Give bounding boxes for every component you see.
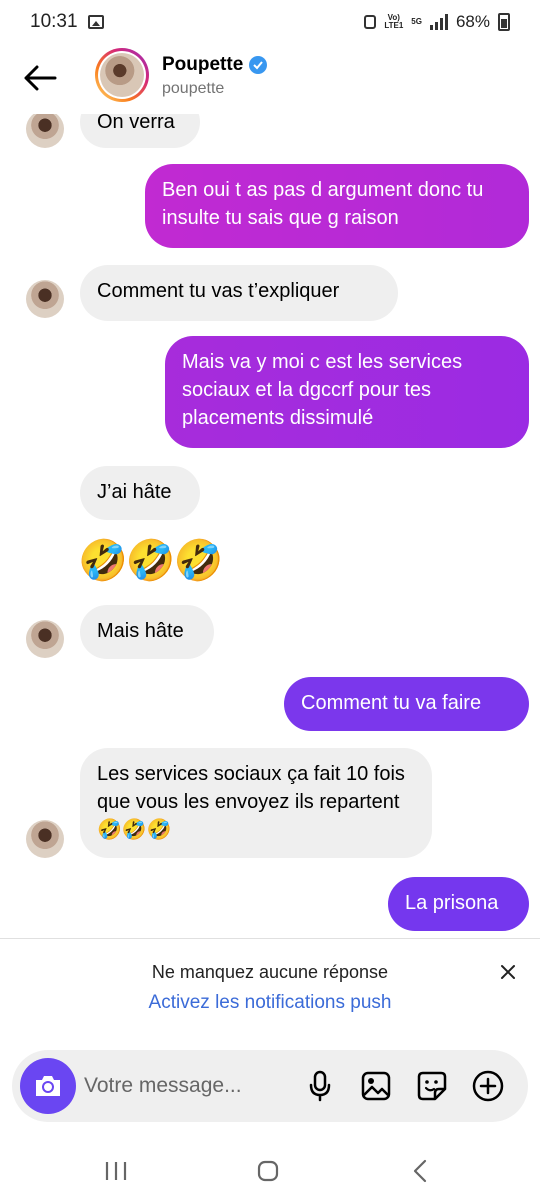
notification-title: Ne manquez aucune réponse bbox=[151, 962, 389, 982]
arrow-left-icon bbox=[24, 65, 57, 91]
home-icon bbox=[257, 1160, 279, 1182]
plus-icon bbox=[472, 1070, 504, 1102]
5g-indicator: 5G bbox=[411, 17, 422, 26]
microphone-button[interactable] bbox=[304, 1070, 336, 1102]
message-incoming[interactable]: Mais hâte bbox=[80, 605, 214, 659]
message-incoming[interactable]: J’ai hâte bbox=[80, 466, 200, 520]
message-composer bbox=[12, 1050, 528, 1122]
message-outgoing[interactable]: La prisona bbox=[388, 877, 529, 931]
message-outgoing[interactable]: Mais va y moi c est les services sociaux… bbox=[165, 336, 529, 448]
back-nav-button[interactable] bbox=[400, 1156, 440, 1186]
status-indicators: Vo) LTE1 5G 68% bbox=[364, 12, 510, 32]
microphone-icon bbox=[309, 1070, 331, 1102]
divider bbox=[0, 938, 540, 939]
contact-name[interactable]: Poupette bbox=[162, 54, 268, 76]
verified-badge-icon bbox=[249, 56, 268, 74]
home-button[interactable] bbox=[248, 1156, 288, 1186]
sticker-icon bbox=[417, 1071, 447, 1101]
volte-indicator: Vo) LTE1 bbox=[384, 14, 403, 30]
message-incoming[interactable]: Les services sociaux ça fait 10 fois que… bbox=[80, 748, 432, 858]
sender-avatar[interactable] bbox=[26, 620, 64, 658]
status-bar: 10:31 Vo) LTE1 5G 68% bbox=[0, 0, 540, 44]
close-banner-button[interactable] bbox=[496, 960, 520, 984]
lock-icon bbox=[364, 15, 377, 29]
message-input[interactable] bbox=[84, 1068, 284, 1104]
contact-name-label: Poupette bbox=[162, 54, 244, 75]
system-navigation-bar bbox=[0, 1140, 540, 1200]
sticker-button[interactable] bbox=[416, 1070, 448, 1102]
sender-avatar[interactable] bbox=[26, 110, 64, 148]
message-outgoing[interactable]: Comment tu va faire bbox=[284, 677, 529, 731]
contact-avatar[interactable] bbox=[95, 48, 149, 102]
chevron-left-icon bbox=[413, 1159, 427, 1183]
back-button[interactable] bbox=[20, 58, 60, 98]
recents-icon bbox=[105, 1162, 127, 1180]
lte-label: LTE1 bbox=[384, 21, 404, 30]
battery-percent: 68% bbox=[455, 12, 490, 31]
status-time: 10:31 bbox=[30, 11, 78, 32]
close-icon bbox=[501, 965, 515, 979]
enable-notifications-link[interactable]: Activez les notifications push bbox=[0, 992, 540, 1014]
message-incoming[interactable]: Comment tu vas t’expliquer bbox=[80, 265, 398, 321]
battery-icon bbox=[498, 13, 510, 31]
message-outgoing[interactable]: Ben oui t as pas d argument donc tu insu… bbox=[145, 164, 529, 248]
camera-button[interactable] bbox=[20, 1058, 76, 1114]
camera-icon bbox=[36, 1076, 60, 1096]
recent-apps-button[interactable] bbox=[96, 1156, 136, 1186]
chat-header: Poupette poupette bbox=[0, 44, 540, 114]
avatar-image bbox=[100, 53, 144, 97]
more-options-button[interactable] bbox=[472, 1070, 504, 1102]
gallery-notification-icon bbox=[87, 15, 104, 29]
contact-handle: poupette bbox=[162, 80, 225, 97]
emoji-message[interactable]: 🤣🤣🤣 bbox=[78, 536, 223, 586]
signal-icon bbox=[429, 14, 448, 30]
sender-avatar[interactable] bbox=[26, 820, 64, 858]
gallery-icon bbox=[361, 1071, 391, 1101]
sender-avatar[interactable] bbox=[26, 280, 64, 318]
gallery-button[interactable] bbox=[360, 1070, 392, 1102]
